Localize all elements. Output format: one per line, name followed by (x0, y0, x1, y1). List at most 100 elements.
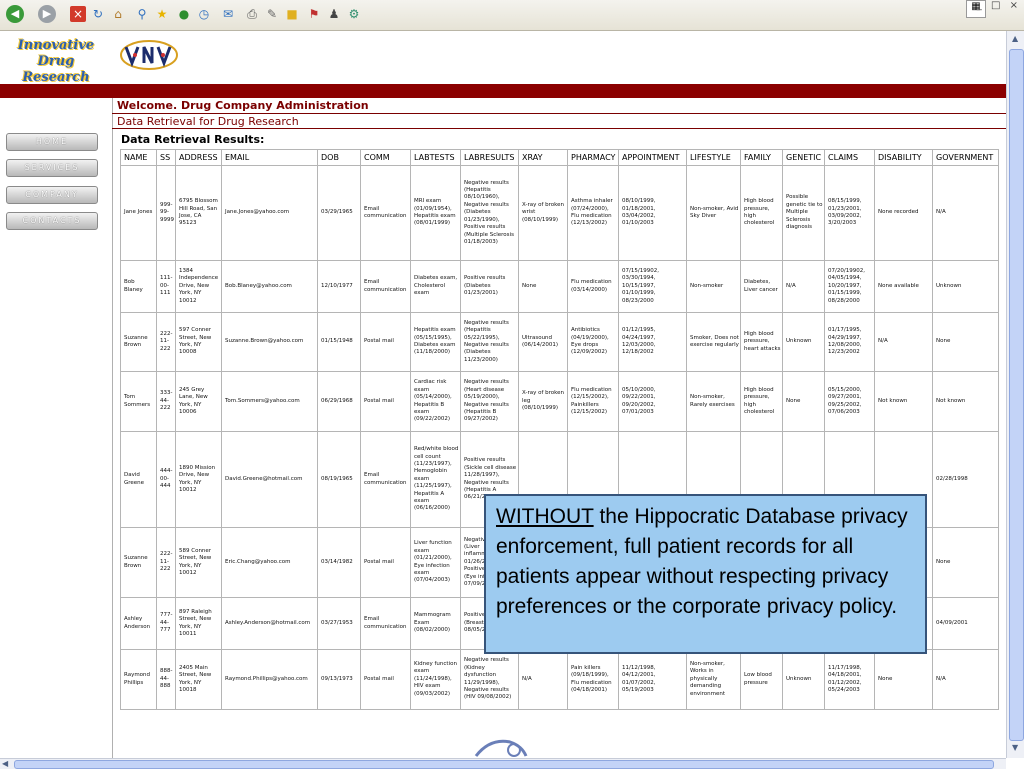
home-icon[interactable]: ⌂ (110, 6, 126, 22)
restore-icon[interactable]: □ (991, 0, 1000, 11)
table-cell: Postal mail (360, 312, 411, 372)
scroll-up-icon[interactable]: ▲ (1012, 34, 1018, 43)
table-cell: X-ray of broken wrist (08/10/1999) (518, 165, 568, 261)
table-cell: 08/19/1965 (317, 431, 361, 528)
table-cell: N/A (874, 312, 933, 372)
table-cell: Unknown (932, 260, 999, 313)
mail-icon[interactable]: ✉ (220, 6, 236, 22)
table-cell: 11/17/1998, 04/18/2001, 01/12/2002, 05/2… (824, 649, 875, 710)
table-cell: 01/17/1995, 04/29/1997, 12/08/2000, 12/2… (824, 312, 875, 372)
table-cell: Suzanne Brown (120, 312, 157, 372)
table-cell: Jane.Jones@yahoo.com (221, 165, 318, 261)
table-cell: Cardiac risk exam (05/14/2000), Hepatiti… (410, 371, 461, 432)
page-subtitle: Data Retrieval for Drug Research (117, 115, 299, 128)
vertical-scrollbar[interactable]: ▲ ▼ (1006, 31, 1024, 758)
table-cell: Antibiotics (04/19/2000), Eye drops (12/… (567, 312, 619, 372)
table-cell: Tom Sommers (120, 371, 157, 432)
table-cell: 222-11-222 (156, 312, 176, 372)
table-cell: Non-smoker, Rarely exercises (686, 371, 741, 432)
table-cell: 2405 Main Street, New York, NY 10018 (175, 649, 222, 710)
table-cell: High blood pressure, heart attacks (740, 312, 783, 372)
nav-home-button[interactable]: HOME (6, 133, 98, 151)
nav-contacts-button[interactable]: CONTACTS (6, 212, 98, 230)
table-cell: 07/20/19902, 04/05/1994, 10/20/1997, 01/… (824, 260, 875, 313)
vertical-scroll-thumb[interactable] (1009, 49, 1024, 741)
refresh-icon[interactable]: ↻ (90, 6, 106, 22)
table-cell: 1384 Independence Drive, New York, NY 10… (175, 260, 222, 313)
horizontal-scrollbar[interactable]: ◀ (0, 758, 1006, 769)
annotation-callout: WITHOUT the Hippocratic Database privacy… (484, 494, 927, 654)
column-header: LABRESULTS (460, 149, 519, 166)
table-cell: N/A (932, 165, 999, 261)
column-header: LABTESTS (410, 149, 461, 166)
table-cell: Tom.Sommers@yahoo.com (221, 371, 318, 432)
divider (112, 113, 1006, 114)
table-cell: Smoker, Does not exercise regularly (686, 312, 741, 372)
column-header: DISABILITY (874, 149, 933, 166)
table-cell: 07/15/19902, 03/30/1994, 10/15/1997, 01/… (618, 260, 687, 313)
table-cell: N/A (782, 260, 825, 313)
table-cell: 6795 Blossom Hill Road, San Jose, CA 951… (175, 165, 222, 261)
table-header-row: NAME SS ADDRESS EMAIL DOB COMM LABTESTS LABRESU… (120, 149, 999, 166)
minimize-icon[interactable]: _ (977, 0, 982, 11)
table-cell: Raymond Phillips (120, 649, 157, 710)
messenger-icon[interactable]: ⚑ (306, 6, 322, 22)
history-icon[interactable]: ◷ (196, 6, 212, 22)
table-cell: 111-00-111 (156, 260, 176, 313)
favorites-star-icon[interactable]: ★ (154, 6, 170, 22)
table-cell: 999-99-9999 (156, 165, 176, 261)
table-cell: None recorded (874, 165, 933, 261)
table-cell: 597 Conner Street, New York, NY 10008 (175, 312, 222, 372)
table-cell: None (518, 260, 568, 313)
stop-icon[interactable]: × (70, 6, 86, 22)
table-cell: Unknown (782, 312, 825, 372)
scroll-down-icon[interactable]: ▼ (1012, 743, 1018, 752)
table-cell: 589 Conner Street, New York, NY 10012 (175, 527, 222, 598)
table-cell: Non-smoker (686, 260, 741, 313)
table-cell: 05/15/2000, 09/27/2001, 09/25/2002, 07/0… (824, 371, 875, 432)
forward-button-icon[interactable]: ▶ (38, 5, 56, 23)
back-button-icon[interactable]: ◀ (6, 5, 24, 23)
table-cell: 03/27/1953 (317, 597, 361, 650)
table-cell: Email communication (360, 431, 411, 528)
folder-icon[interactable]: ■ (284, 6, 300, 22)
web-page: Innovative Drug Research Welcome. Drug C… (0, 31, 1006, 758)
table-cell: None available (874, 260, 933, 313)
table-cell: 777-44-777 (156, 597, 176, 650)
nav-services-button[interactable]: SERVICES (6, 159, 98, 177)
table-cell: Email communication (360, 597, 411, 650)
table-cell: 06/29/1968 (317, 371, 361, 432)
table-row: Suzanne Brown 222-11-222 597 Conner Street… (120, 312, 999, 372)
window-controls[interactable]: _ □ × (971, 0, 1018, 18)
table-cell: 12/10/1977 (317, 260, 361, 313)
table-cell: Flu medication (12/15/2002), Painkillers… (567, 371, 619, 432)
media-icon[interactable]: ● (176, 6, 192, 22)
table-cell: 333-44-222 (156, 371, 176, 432)
tools-icon[interactable]: ⚙ (346, 6, 362, 22)
table-cell: Not known (874, 371, 933, 432)
company-logo[interactable]: Innovative Drug Research (0, 38, 112, 85)
table-cell: 09/13/1973 (317, 649, 361, 710)
column-header: ADDRESS (175, 149, 222, 166)
table-cell: None (782, 371, 825, 432)
table-cell: 01/15/1948 (317, 312, 361, 372)
table-cell: Diabetes, Liver cancer (740, 260, 783, 313)
search-icon[interactable]: ⚲ (134, 6, 150, 22)
column-header: APPOINTMENT (618, 149, 687, 166)
edit-icon[interactable]: ✎ (264, 6, 280, 22)
people-icon[interactable]: ♟ (326, 6, 342, 22)
table-cell: Hepatitis exam (05/15/1995), Diabetes ex… (410, 312, 461, 372)
table-cell: Kidney function exam (11/24/1998), HIV e… (410, 649, 461, 710)
close-icon[interactable]: × (1010, 0, 1018, 11)
table-cell: Postal mail (360, 371, 411, 432)
table-cell: Asthma inhaler (07/24/2000), Flu medicat… (567, 165, 619, 261)
nav-company-button[interactable]: COMPANY (6, 186, 98, 204)
table-cell: 01/12/1995, 04/24/1997, 12/03/2000, 12/1… (618, 312, 687, 372)
table-cell: Negative results (Hepatitis 08/10/1960),… (460, 165, 519, 261)
table-row: Tom Sommers 333-44-222 245 Grey Lane, New … (120, 371, 999, 432)
scroll-left-icon[interactable]: ◀ (2, 759, 8, 768)
table-cell: Non-smoker, Works in physically demandin… (686, 649, 741, 710)
table-cell: Email communication (360, 260, 411, 313)
print-icon[interactable]: ⎙ (244, 6, 260, 22)
column-header: GENETIC (782, 149, 825, 166)
